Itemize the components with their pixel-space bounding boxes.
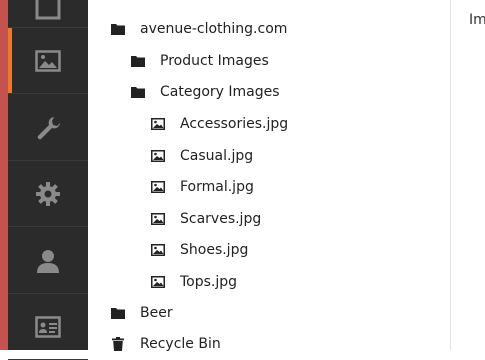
- sidebar-item-settings[interactable]: [8, 161, 88, 227]
- tree-node-file[interactable]: Scarves.jpg: [150, 207, 261, 231]
- wrench-icon: [37, 116, 60, 139]
- sidebar-item-top[interactable]: [8, 0, 88, 28]
- media-tree: avenue-clothing.com Product Images Categ…: [88, 0, 450, 352]
- tree-node-label: Beer: [140, 305, 173, 321]
- tree-node-label: Accessories.jpg: [180, 116, 289, 132]
- tree-node-label: Category Images: [160, 84, 280, 100]
- panel-divider: [450, 0, 451, 350]
- image-file-icon: [150, 148, 166, 164]
- folder-icon: [130, 84, 146, 100]
- active-accent: [8, 28, 12, 93]
- left-edge-bar: [0, 0, 8, 350]
- tree-node-label: Tops.jpg: [180, 274, 238, 290]
- sidebar-item-contacts[interactable]: [8, 294, 88, 360]
- tree-node-label: Formal.jpg: [180, 179, 254, 195]
- right-panel-label: Im: [469, 12, 485, 28]
- tree-node-label: Casual.jpg: [180, 148, 254, 164]
- sidebar-item-users[interactable]: [8, 228, 88, 294]
- sidebar-item-media[interactable]: [8, 28, 88, 94]
- sidebar-item-tools[interactable]: [8, 95, 88, 161]
- box-icon: [35, 0, 61, 19]
- gear-icon: [36, 181, 60, 206]
- tree-node-recycle-bin[interactable]: Recycle Bin: [110, 332, 221, 356]
- image-icon: [35, 49, 61, 72]
- folder-icon: [110, 305, 126, 321]
- tree-node-label: Scarves.jpg: [180, 211, 262, 227]
- image-file-icon: [150, 274, 166, 290]
- tree-node-file[interactable]: Tops.jpg: [150, 270, 237, 294]
- tree-node-file[interactable]: Accessories.jpg: [150, 112, 288, 136]
- tree-node-label: Shoes.jpg: [180, 242, 249, 258]
- tree-node-root[interactable]: avenue-clothing.com: [110, 17, 287, 41]
- image-file-icon: [150, 116, 166, 132]
- sidebar: [8, 0, 88, 360]
- image-file-icon: [150, 211, 166, 227]
- folder-icon: [130, 53, 146, 69]
- tree-node-file[interactable]: Formal.jpg: [150, 175, 254, 199]
- tree-node-label: avenue-clothing.com: [140, 21, 288, 37]
- tree-node-file[interactable]: Casual.jpg: [150, 144, 253, 168]
- tree-node-label: Product Images: [160, 53, 269, 69]
- id-card-icon: [35, 315, 61, 338]
- tree-node-product-images[interactable]: Product Images: [130, 49, 269, 73]
- tree-node-file[interactable]: Shoes.jpg: [150, 238, 248, 262]
- tree-node-category-images[interactable]: Category Images: [130, 80, 280, 104]
- tree-node-beer[interactable]: Beer: [110, 301, 173, 325]
- image-file-icon: [150, 242, 166, 258]
- folder-icon: [110, 21, 126, 37]
- image-file-icon: [150, 179, 166, 195]
- user-icon: [37, 249, 59, 273]
